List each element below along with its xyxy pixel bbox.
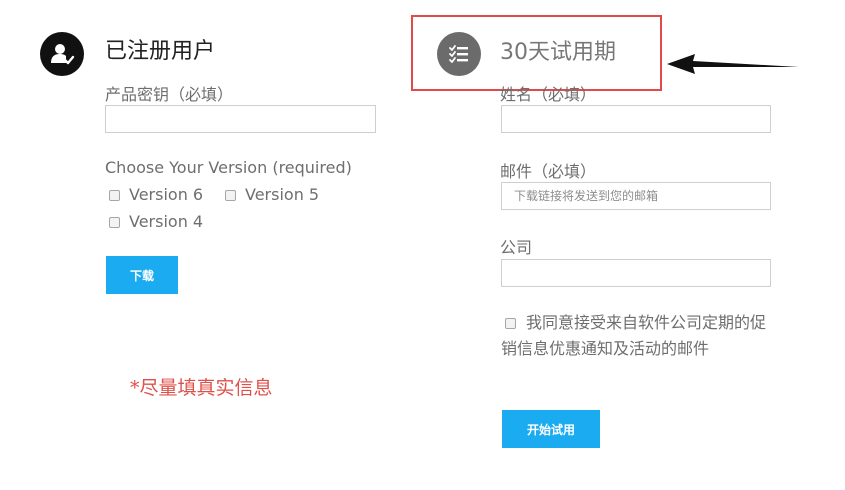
version-6-checkbox[interactable] <box>109 190 120 201</box>
version-6-label: Version 6 <box>129 185 204 204</box>
agree-text: 我同意接受来自软件公司定期的促销信息优惠通知及活动的邮件 <box>501 313 767 358</box>
email-label: 邮件（必填） <box>500 162 597 181</box>
product-key-label: 产品密钥（必填） <box>105 85 234 104</box>
version-5-label: Version 5 <box>245 185 320 204</box>
company-label: 公司 <box>500 238 533 257</box>
start-trial-button[interactable]: 开始试用 <box>502 410 600 448</box>
email-input[interactable] <box>501 182 771 210</box>
version-label: Choose Your Version (required) <box>105 158 352 177</box>
user-check-icon <box>40 32 84 76</box>
product-key-input[interactable] <box>105 105 376 133</box>
company-input[interactable] <box>501 259 771 287</box>
trial-title: 30天试用期 <box>500 40 616 65</box>
version-4-checkbox[interactable] <box>109 217 120 228</box>
note-text: *尽量填真实信息 <box>130 377 273 399</box>
name-label: 姓名（必填） <box>500 85 597 104</box>
annotation-arrow-icon <box>667 54 799 74</box>
download-button[interactable]: 下载 <box>106 256 178 294</box>
checklist-icon <box>437 32 481 76</box>
version-4-label: Version 4 <box>129 212 204 231</box>
registered-title: 已注册用户 <box>105 39 216 64</box>
name-input[interactable] <box>501 105 771 133</box>
version-5-checkbox[interactable] <box>225 190 236 201</box>
